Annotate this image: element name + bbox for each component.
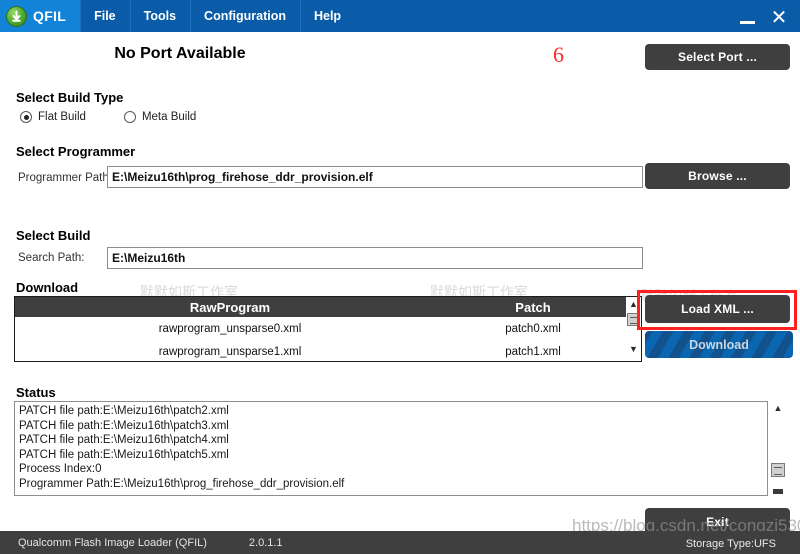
window-controls: ✕ xyxy=(736,0,800,32)
status-log[interactable]: PATCH file path:E:\Meizu16th\patch2.xml … xyxy=(14,401,768,496)
cell-patch: patch0.xml xyxy=(505,322,561,335)
menu-bar: File Tools Configuration Help xyxy=(80,0,356,32)
radio-flat-build[interactable]: Flat Build xyxy=(20,111,86,123)
cell-rawprogram: rawprogram_unsparse1.xml xyxy=(158,345,302,358)
menu-item-tools[interactable]: Tools xyxy=(129,0,191,32)
chevron-up-icon[interactable]: ▲ xyxy=(626,297,641,311)
close-icon[interactable]: ✕ xyxy=(768,4,790,28)
select-programmer-heading: Select Programmer xyxy=(16,144,136,159)
storage-type-label: Storage Type:UFS xyxy=(685,538,776,550)
browse-button[interactable]: Browse ... xyxy=(645,163,790,189)
table-header-row: RawProgram Patch xyxy=(15,297,641,317)
table-scrollbar[interactable]: ▲ ▼ xyxy=(626,297,641,361)
build-type-radio-group: Flat Build Meta Build xyxy=(20,111,196,123)
download-heading: Download xyxy=(16,280,79,295)
cell-patch: patch1.xml xyxy=(505,345,561,358)
status-line: PATCH file path:E:\Meizu16th\patch2.xml xyxy=(19,405,229,417)
table-row[interactable]: rawprogram_unsparse0.xml patch0.xml xyxy=(15,317,641,340)
radio-dot-icon xyxy=(20,111,32,123)
app-version: 2.0.1.1 xyxy=(248,536,283,549)
port-status-text: No Port Available xyxy=(114,45,246,62)
radio-meta-build[interactable]: Meta Build xyxy=(123,111,197,123)
annotation-number-6: 6 xyxy=(553,42,564,67)
scrollbar-end-marker xyxy=(773,489,783,494)
app-title: QFIL xyxy=(33,8,67,24)
cell-rawprogram: rawprogram_unsparse0.xml xyxy=(158,322,302,335)
download-file-table: RawProgram Patch rawprogram_unsparse0.xm… xyxy=(14,296,642,362)
status-bar: Qualcomm Flash Image Loader (QFIL) 2.0.1… xyxy=(0,531,800,554)
programmer-path-label: Programmer Path xyxy=(18,172,109,184)
qfil-window: QFIL File Tools Configuration Help ✕ No … xyxy=(0,0,800,554)
status-scrollbar[interactable]: ▲ xyxy=(770,401,786,496)
search-path-label: Search Path: xyxy=(18,252,85,264)
chevron-up-icon[interactable]: ▲ xyxy=(770,401,786,415)
status-line: PATCH file path:E:\Meizu16th\patch5.xml xyxy=(19,448,229,461)
status-line: Programmer Path:E:\Meizu16th\prog_fireho… xyxy=(19,477,345,490)
radio-flat-build-label: Flat Build xyxy=(38,111,86,123)
select-build-heading: Select Build xyxy=(16,228,91,243)
title-bar: QFIL File Tools Configuration Help ✕ xyxy=(0,0,800,32)
column-header-patch[interactable]: Patch xyxy=(445,300,621,315)
status-line: Process Index:0 xyxy=(19,463,102,475)
scrollbar-thumb[interactable] xyxy=(771,463,785,477)
menu-item-file[interactable]: File xyxy=(80,0,130,32)
column-header-rawprogram[interactable]: RawProgram xyxy=(15,300,445,315)
app-full-name: Qualcomm Flash Image Loader (QFIL) xyxy=(18,536,207,549)
programmer-path-input[interactable]: E:\Meizu16th\prog_firehose_ddr_provision… xyxy=(107,166,643,188)
select-port-button[interactable]: Select Port ... xyxy=(645,44,790,70)
load-xml-button[interactable]: Load XML ... xyxy=(645,295,790,323)
search-path-input[interactable]: E:\Meizu16th xyxy=(107,247,643,269)
radio-circle-icon xyxy=(123,111,136,123)
select-build-type-heading: Select Build Type xyxy=(16,90,124,105)
scrollbar-thumb[interactable] xyxy=(627,313,640,326)
radio-meta-build-label: Meta Build xyxy=(141,111,197,123)
menu-item-help[interactable]: Help xyxy=(299,0,356,32)
app-brand: QFIL xyxy=(0,0,81,32)
download-circle-icon xyxy=(6,5,27,27)
download-button[interactable]: Download xyxy=(645,331,793,358)
status-line: PATCH file path:E:\Meizu16th\patch4.xml xyxy=(19,434,229,446)
table-row[interactable]: rawprogram_unsparse1.xml patch1.xml xyxy=(15,340,641,361)
chevron-down-icon[interactable]: ▼ xyxy=(626,342,641,356)
menu-item-configuration[interactable]: Configuration xyxy=(190,0,300,32)
status-line: PATCH file path:E:\Meizu16th\patch3.xml xyxy=(19,419,229,432)
minimize-icon[interactable] xyxy=(736,4,758,28)
status-heading: Status xyxy=(16,385,56,400)
